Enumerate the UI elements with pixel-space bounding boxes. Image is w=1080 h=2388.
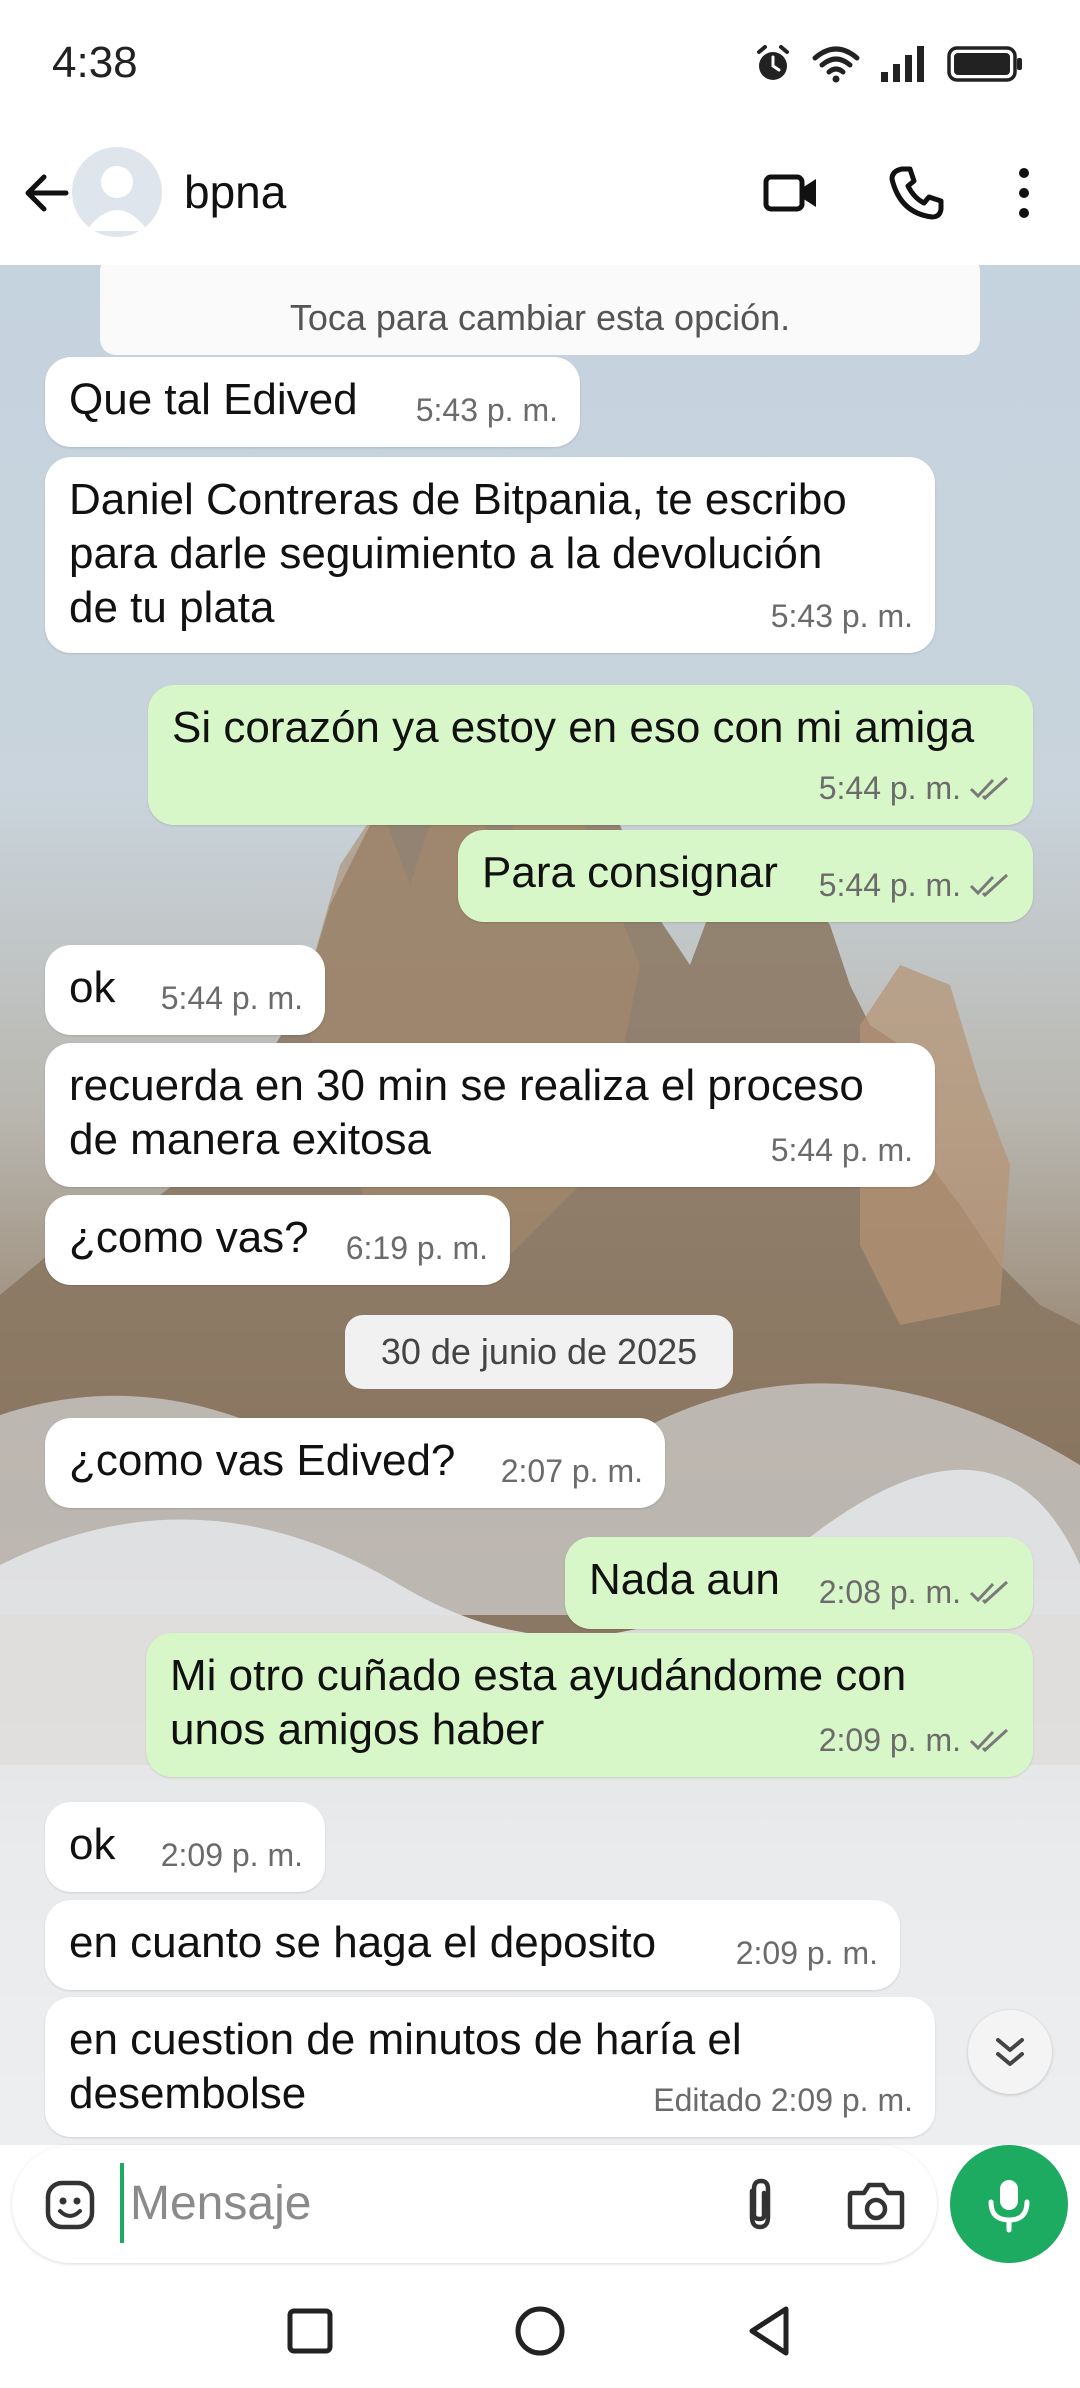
message-time: 5:43 p. m. [415,392,558,428]
message-incoming[interactable]: Que tal Edived 5:43 p. m. [45,357,580,447]
battery-icon [947,46,1022,82]
message-time: 2:09 p. m. [818,1722,961,1758]
message-incoming[interactable]: en cuestion de minutos de haría el desem… [45,1997,935,2137]
message-time: 2:09 p. m. [735,1935,878,1971]
message-time: 5:44 p. m. [770,1132,913,1168]
message-text: Si corazón ya estoy en eso con mi amiga [172,703,975,752]
chat-header: bpna [0,135,1080,265]
message-incoming[interactable]: recuerda en 30 min se realiza el proceso… [45,1043,935,1187]
message-time: Editado 2:09 p. m. [653,2082,913,2118]
message-incoming[interactable]: ok 5:44 p. m. [45,945,325,1035]
emoji-icon[interactable] [40,2175,100,2235]
wifi-icon [812,46,860,83]
message-incoming[interactable]: ¿como vas Edived? 2:07 p. m. [45,1418,665,1508]
message-time: 5:43 p. m. [770,598,913,634]
read-ticks-icon [969,1728,1009,1753]
read-ticks-icon [969,1580,1009,1605]
phone-icon[interactable] [884,161,948,225]
more-vert-icon[interactable] [992,161,1056,225]
message-incoming[interactable]: Daniel Contreras de Bitpania, te escribo… [45,457,935,653]
read-ticks-icon [969,776,1009,801]
system-navigation-bar [0,2275,1080,2388]
message-incoming[interactable]: ¿como vas? 6:19 p. m. [45,1195,510,1285]
compose-bar [0,2145,1080,2275]
message-incoming[interactable]: ok 2:09 p. m. [45,1802,325,1892]
status-icons [753,44,1025,84]
message-list[interactable]: Toca para cambiar esta opción. Que tal E… [0,265,1080,2145]
mic-button[interactable] [950,2145,1068,2263]
date-separator: 30 de junio de 2025 [345,1315,733,1389]
system-note[interactable]: Toca para cambiar esta opción. [100,265,980,355]
chevron-double-down-icon [996,2038,1024,2066]
video-call-icon[interactable] [760,161,824,225]
read-ticks-icon [969,873,1009,898]
message-time: 2:08 p. m. [818,1574,961,1610]
mic-icon [988,2180,1030,2233]
contact-name[interactable]: bpna [184,165,286,219]
recents-icon[interactable] [278,2299,342,2363]
scroll-to-bottom-button[interactable] [968,2010,1052,2094]
message-input[interactable] [120,2163,700,2243]
attach-icon[interactable] [730,2175,790,2235]
message-time: 5:44 p. m. [818,770,961,806]
back-arrow-icon[interactable] [18,163,78,223]
status-bar: 4:38 [0,0,1080,135]
camera-icon[interactable] [844,2175,908,2235]
message-outgoing[interactable]: Para consignar 5:44 p. m. [458,830,1033,922]
signal-icon [881,46,924,82]
message-time: 6:19 p. m. [345,1230,488,1266]
message-time: 2:07 p. m. [500,1453,643,1489]
message-time: 2:09 p. m. [160,1837,303,1873]
compose-pill [12,2145,937,2263]
default-avatar-icon [86,166,148,231]
status-time: 4:38 [52,38,138,87]
message-time: 5:44 p. m. [160,980,303,1016]
message-outgoing[interactable]: Si corazón ya estoy en eso con mi amiga … [148,685,1033,825]
back-icon[interactable] [738,2299,802,2363]
message-outgoing[interactable]: Nada aun 2:08 p. m. [565,1537,1033,1629]
alarm-icon [757,45,789,80]
home-icon[interactable] [508,2299,572,2363]
message-outgoing[interactable]: Mi otro cuñado esta ayudándome con unos … [146,1633,1033,1777]
avatar[interactable] [72,147,162,237]
message-time: 5:44 p. m. [818,867,961,903]
message-incoming[interactable]: en cuanto se haga el deposito 2:09 p. m. [45,1900,900,1990]
